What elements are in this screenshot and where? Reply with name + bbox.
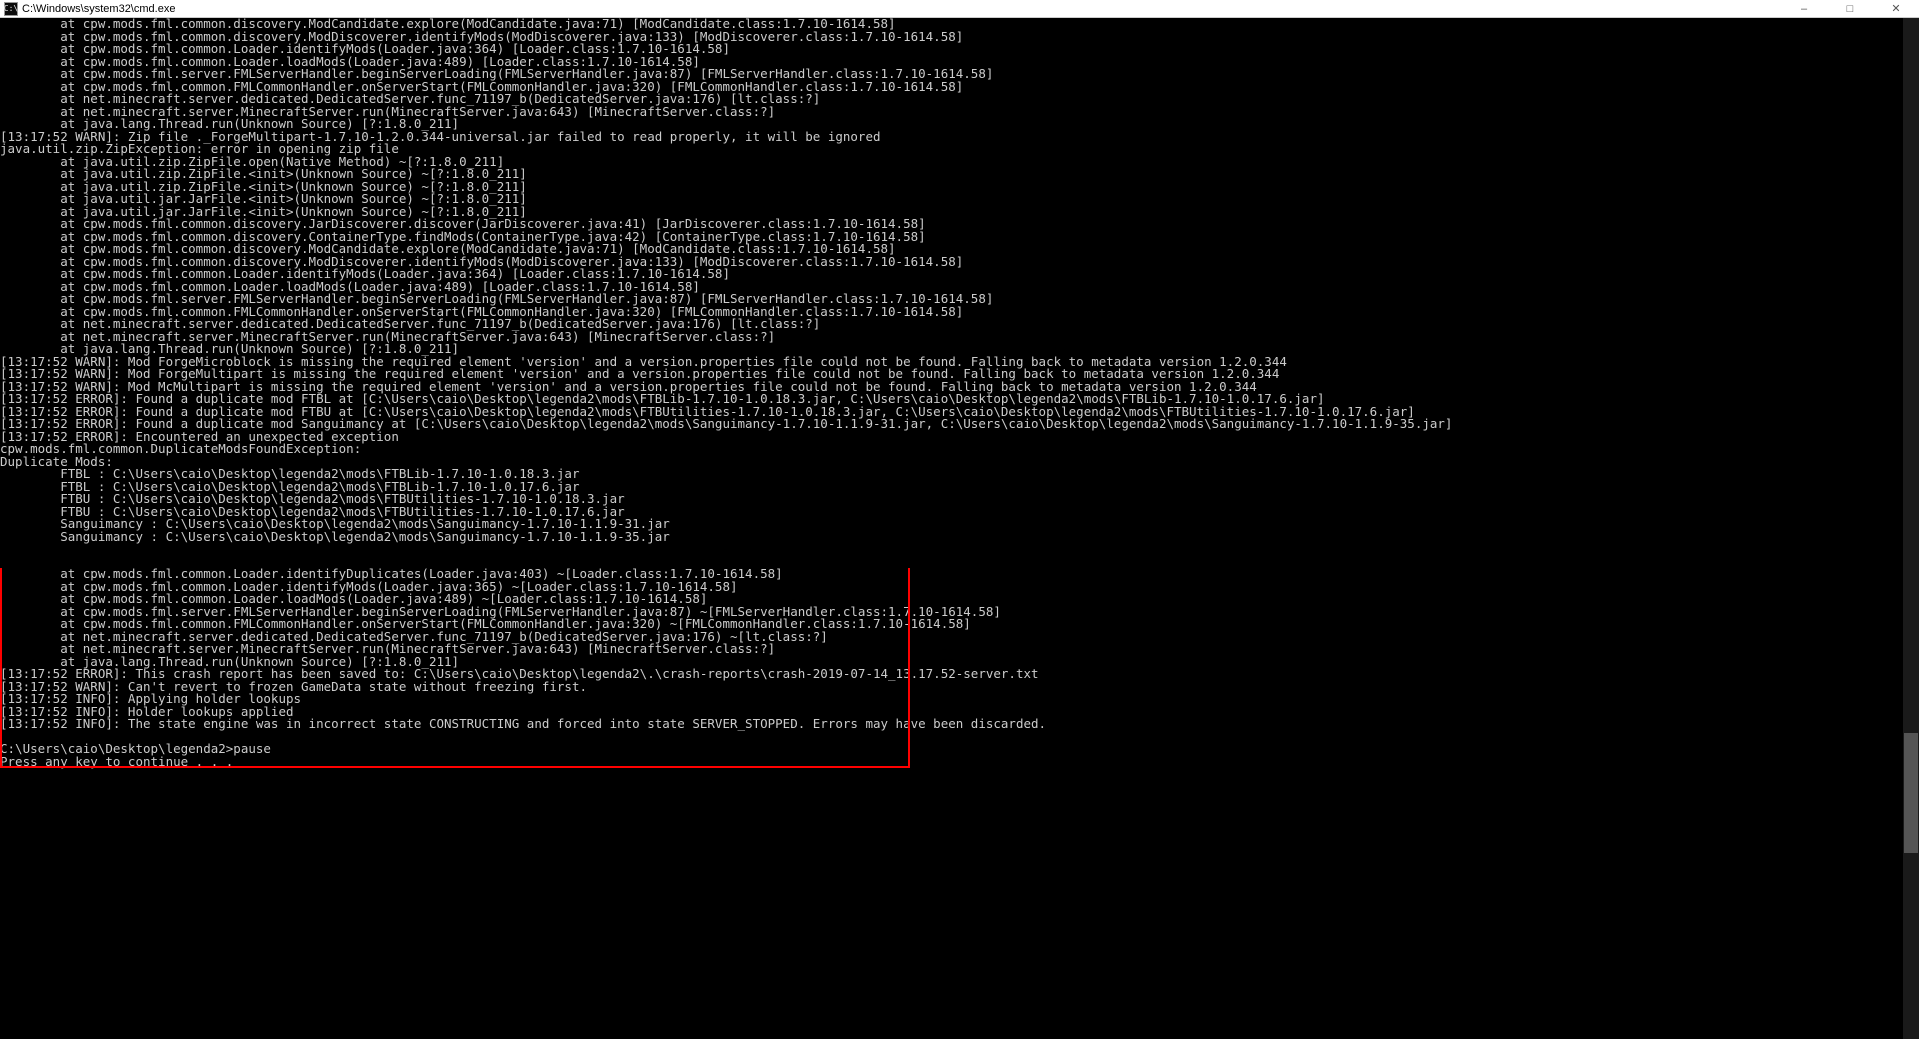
terminal-viewport[interactable]: at cpw.mods.fml.common.discovery.ModCand… [0,18,1919,1039]
window-titlebar: C:\ C:\Windows\system32\cmd.exe – □ ✕ [0,0,1919,18]
window-close-button[interactable]: ✕ [1873,0,1919,18]
window-minimize-button[interactable]: – [1781,0,1827,18]
terminal-output: at cpw.mods.fml.common.discovery.ModCand… [0,18,1919,768]
window-title: C:\Windows\system32\cmd.exe [22,3,175,15]
scrollbar-thumb[interactable] [1904,733,1918,853]
cmd-icon: C:\ [4,2,18,16]
scrollbar-vertical[interactable] [1903,18,1919,1039]
window-maximize-button[interactable]: □ [1827,0,1873,18]
